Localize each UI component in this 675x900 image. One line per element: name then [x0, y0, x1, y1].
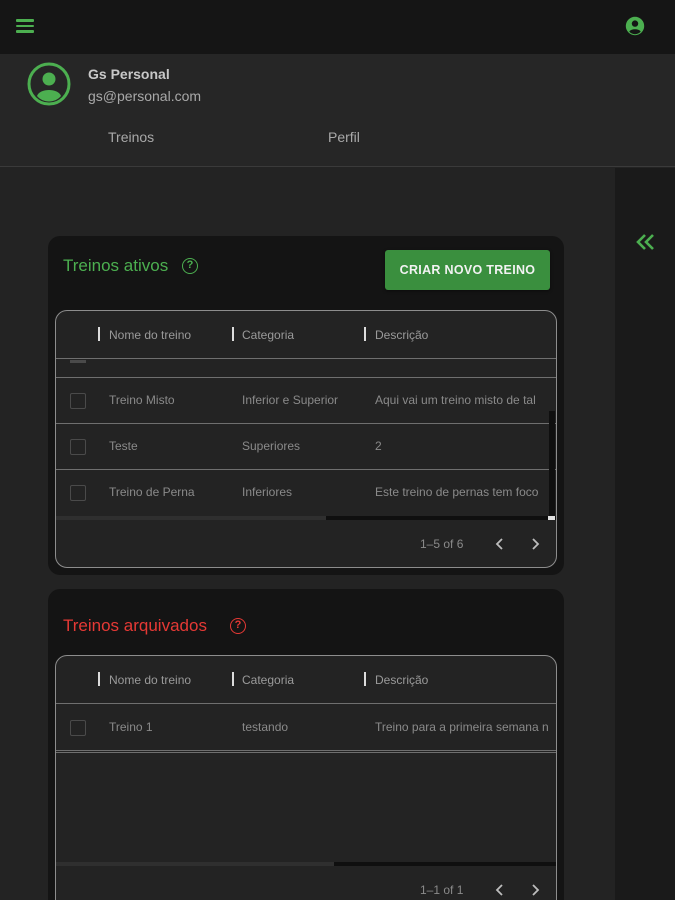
column-separator: [232, 327, 234, 341]
table-row[interactable]: Treino Misto Inferior e Superior Aqui va…: [56, 378, 556, 424]
chevron-left-icon[interactable]: [490, 534, 510, 554]
table-row[interactable]: Treino 1 testando Treino para a primeira…: [56, 705, 556, 751]
help-icon[interactable]: ?: [230, 618, 246, 634]
table-footer: 1–1 of 1: [56, 866, 556, 900]
row-checkbox[interactable]: [70, 393, 86, 409]
pagination-info: 1–5 of 6: [420, 537, 464, 551]
column-separator: [98, 327, 100, 341]
account-circle-icon[interactable]: [625, 16, 645, 36]
cell-description: Aqui vai um treino misto de tal: [375, 393, 536, 407]
table-row[interactable]: Treino de Perna Inferiores Este treino d…: [56, 470, 556, 516]
profile-email: gs@personal.com: [88, 88, 202, 104]
checkbox-partial: [70, 360, 86, 363]
chevron-right-icon[interactable]: [525, 534, 545, 554]
cell-name: Treino 1: [109, 720, 153, 734]
column-separator: [364, 672, 366, 686]
cell-category: testando: [242, 720, 289, 734]
help-icon[interactable]: ?: [182, 258, 198, 274]
archived-workouts-title: Treinos arquivados: [63, 616, 207, 635]
table-empty-area: [56, 752, 556, 864]
avatar: [27, 62, 71, 106]
column-category[interactable]: Categoria: [242, 328, 294, 342]
archived-workouts-table: Nome do treino Categoria Descrição Trein…: [55, 655, 557, 900]
cell-name: Treino de Perna: [109, 485, 195, 499]
menu-icon[interactable]: [16, 19, 34, 33]
pagination-info: 1–1 of 1: [420, 883, 464, 897]
column-name[interactable]: Nome do treino: [109, 328, 191, 342]
row-checkbox[interactable]: [70, 485, 86, 501]
cell-name: Teste: [109, 439, 138, 453]
profile-header: Gs Personal gs@personal.com Treinos Perf…: [0, 54, 675, 167]
column-category[interactable]: Categoria: [242, 673, 294, 687]
tab-perfil[interactable]: Perfil: [328, 129, 360, 145]
column-description[interactable]: Descrição: [375, 328, 428, 342]
row-checkbox[interactable]: [70, 720, 86, 736]
cell-name: Treino Misto: [109, 393, 175, 407]
active-workouts-title: Treinos ativos: [63, 256, 169, 275]
cell-description: Treino para a primeira semana n: [375, 720, 549, 734]
archived-workouts-card: Treinos arquivados ? Nome do treino Cate…: [48, 589, 564, 900]
app-bar: [0, 0, 675, 54]
column-name[interactable]: Nome do treino: [109, 673, 191, 687]
chevron-left-icon[interactable]: [490, 880, 510, 900]
cell-category: Inferior e Superior: [242, 393, 339, 407]
table-footer: 1–5 of 6: [56, 520, 556, 567]
create-workout-button[interactable]: CRIAR NOVO TREINO: [385, 250, 550, 290]
column-separator: [98, 672, 100, 686]
active-workouts-card: Treinos ativos ? CRIAR NOVO TREINO Nome …: [48, 236, 564, 575]
double-chevron-left-icon[interactable]: [636, 234, 656, 250]
cell-category: Inferiores: [242, 485, 293, 499]
cell-description: 2: [375, 439, 382, 453]
tab-treinos[interactable]: Treinos: [108, 129, 154, 145]
cell-description: Este treino de pernas tem foco: [375, 485, 539, 499]
chevron-right-icon[interactable]: [525, 880, 545, 900]
table-row: [56, 360, 556, 378]
table-header: Nome do treino Categoria Descrição: [56, 311, 556, 359]
cell-category: Superiores: [242, 439, 301, 453]
row-checkbox[interactable]: [70, 439, 86, 455]
table-header: Nome do treino Categoria Descrição: [56, 656, 556, 704]
column-description[interactable]: Descrição: [375, 673, 428, 687]
active-workouts-table: Nome do treino Categoria Descrição Trein…: [55, 310, 557, 568]
column-separator: [364, 327, 366, 341]
column-separator: [232, 672, 234, 686]
side-panel: [615, 168, 675, 900]
vertical-scrollbar[interactable]: [549, 411, 555, 517]
profile-name: Gs Personal: [88, 66, 170, 82]
table-row[interactable]: Teste Superiores 2: [56, 424, 556, 470]
